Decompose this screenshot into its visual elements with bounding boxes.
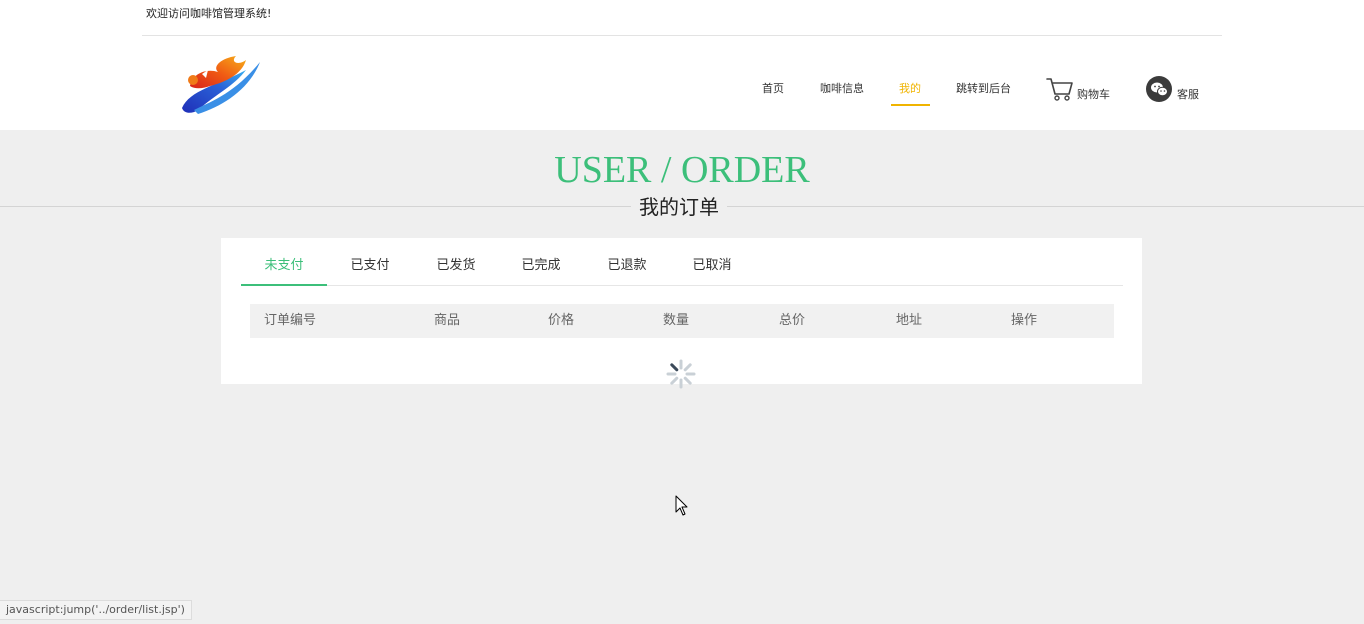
welcome-text: 欢迎访问咖啡馆管理系统! [146,7,272,20]
section-title-cn: 我的订单 [631,194,727,220]
nav-home[interactable]: 首页 [762,82,784,96]
tab-cancelled[interactable]: 已取消 [669,248,755,286]
column-address: 地址 [896,313,923,328]
orders-table-header: 订单编号 商品 价格 数量 总价 地址 操作 [250,304,1114,338]
loading-spinner-icon [665,358,697,390]
orders-panel: 未支付 已支付 已发货 已完成 已退款 已取消 订单编号 商品 价格 数量 总价… [221,238,1142,389]
brand-logo[interactable] [176,50,264,118]
nav-active-indicator [891,104,930,106]
nav-coffee-info[interactable]: 咖啡信息 [820,82,864,96]
cart-label: 购物车 [1077,88,1110,101]
order-status-tabs: 未支付 已支付 已发货 已完成 已退款 已取消 [241,248,1123,286]
tab-unpaid[interactable]: 未支付 [241,248,327,286]
section-title-en: USER / ORDER [554,149,810,191]
tab-refunded[interactable]: 已退款 [584,248,670,286]
column-quantity: 数量 [663,313,690,328]
column-total: 总价 [779,313,806,328]
column-order-number: 订单编号 [264,313,317,328]
customer-service-link[interactable]: 客服 [1146,76,1206,104]
header-divider [142,35,1222,36]
wechat-icon [1146,76,1174,108]
column-actions: 操作 [1011,313,1038,328]
browser-status-bar: javascript:jump('../order/list.jsp') [0,600,192,620]
column-price: 价格 [548,313,575,328]
tab-shipped[interactable]: 已发货 [413,248,499,286]
cart-link[interactable]: 购物车 [1046,76,1116,104]
service-label: 客服 [1177,88,1199,101]
nav-mine[interactable]: 我的 [899,82,921,96]
tab-paid[interactable]: 已支付 [327,248,413,286]
column-product: 商品 [434,313,461,328]
mouse-cursor-icon [675,495,689,517]
page-header: 欢迎访问咖啡馆管理系统! 首页 咖啡信息 我的 跳转到后台 购物车 客服 [0,0,1364,130]
nav-admin[interactable]: 跳转到后台 [956,82,1011,96]
tab-completed[interactable]: 已完成 [498,248,584,286]
